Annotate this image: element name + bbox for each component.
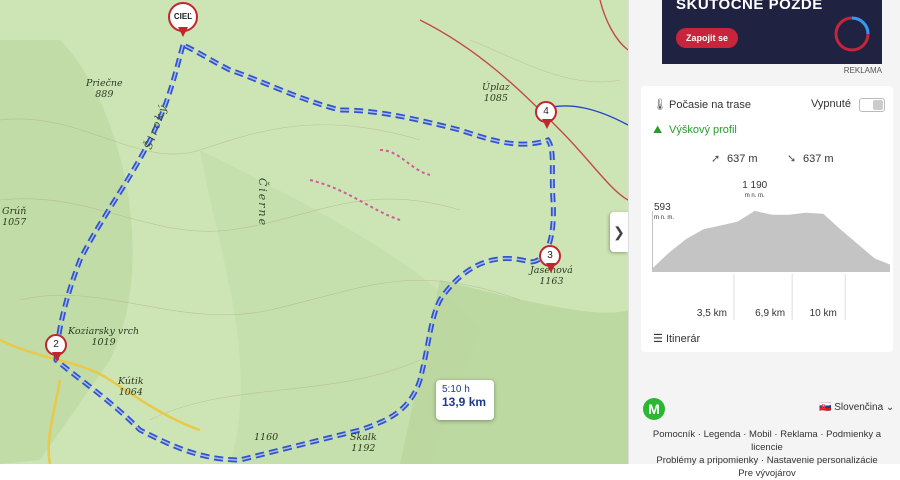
route-time: 5:10 h: [442, 384, 470, 395]
ad-cta-button[interactable]: Zapojit se: [676, 28, 739, 48]
language-label: Slovenčina: [834, 402, 884, 413]
footer-link[interactable]: Mobil: [749, 429, 772, 440]
place-label: Skalk 1192: [350, 432, 377, 454]
profile-label: Výškový profil: [669, 124, 737, 136]
x-tick-label: 6,9 km: [755, 308, 785, 319]
ad-graphic-icon: [834, 16, 870, 52]
max-elevation-label: 1 190: [742, 180, 767, 191]
elevation-area: [652, 210, 890, 272]
route-distance: 13,9 km: [442, 395, 487, 409]
max-elevation-unit: m n. m.: [745, 193, 765, 199]
x-tick-label: 3,5 km: [697, 308, 727, 319]
waypoint-marker-2[interactable]: 2: [45, 334, 69, 366]
arrow-up-icon: ➚: [711, 153, 721, 165]
finish-marker[interactable]: CIEĽ: [168, 2, 198, 37]
weather-label: Počasie na trase: [669, 99, 751, 111]
footer-link[interactable]: Problémy a pripomienky: [656, 455, 758, 466]
weather-row: 🌡 Počasie na trase: [653, 98, 751, 111]
place-label: Úplaz 1085: [482, 82, 510, 104]
slovakia-flag-icon: 🇸🇰: [819, 402, 832, 413]
map-base: [0, 0, 628, 464]
start-elevation-unit: m n. m.: [654, 215, 674, 221]
itinerary-label: Itinerár: [665, 333, 701, 345]
ad-headline: SKUTOČNÉ POZDE: [676, 0, 823, 13]
profile-row[interactable]: ⛰ Výškový profil: [653, 124, 737, 137]
elevation-profile-chart[interactable]: 593 m n. m. 1 190 m n. m. 3,5 km 6,9 km 10 km: [652, 176, 892, 326]
collapse-panel-button[interactable]: ❯: [610, 212, 628, 252]
ridge-label: Čierne: [256, 177, 270, 228]
waypoint-marker-3[interactable]: 3: [539, 245, 563, 277]
ascent-value: 637 m: [727, 153, 758, 165]
footer-link[interactable]: Pre vývojárov: [738, 468, 796, 479]
descent: ➘ 637 m: [787, 152, 834, 165]
advertisement[interactable]: SKUTOČNÉ POZDE Zapojit se: [662, 0, 882, 64]
route-summary-tooltip[interactable]: 5:10 h 13,9 km: [436, 380, 494, 420]
descent-value: 637 m: [803, 153, 834, 165]
footer-link[interactable]: Pomocník: [653, 429, 695, 440]
ascent: ➚ 637 m: [711, 152, 758, 165]
footer-link[interactable]: Nastavenie personalizácie: [767, 455, 878, 466]
arrow-down-icon: ➘: [787, 153, 797, 165]
footer-link[interactable]: Legenda: [704, 429, 741, 440]
itinerary-row[interactable]: ☰ Itinerár: [653, 332, 700, 345]
thermometer-icon: 🌡: [653, 99, 667, 111]
mountain-icon: ⛰: [653, 124, 663, 136]
start-elevation-label: 593: [654, 202, 671, 213]
language-selector[interactable]: 🇸🇰 Slovenčina ⌄: [819, 402, 894, 413]
weather-state: Vypnuté: [811, 98, 851, 110]
place-label: Kútik 1064: [118, 376, 144, 398]
place-label: Priečne 889: [86, 78, 123, 100]
place-label: Koziarsky vrch 1019: [68, 326, 140, 348]
weather-toggle[interactable]: [859, 98, 885, 112]
waypoint-marker-4[interactable]: 4: [535, 101, 559, 133]
mapy-logo-icon[interactable]: M: [643, 398, 665, 420]
place-label: 1160: [254, 432, 279, 443]
place-label: Grúň 1057: [2, 206, 27, 228]
ad-label: REKLAMA: [843, 66, 882, 75]
list-icon: ☰: [653, 333, 663, 345]
x-tick-label: 10 km: [810, 308, 837, 319]
footer-links: Pomocník · Legenda · Mobil · Reklama · P…: [652, 429, 882, 479]
map-view[interactable]: Priečne 889 Úplaz 1085 Grúň 1057 Koziarsky …: [0, 0, 628, 464]
footer-link[interactable]: Reklama: [780, 429, 818, 440]
